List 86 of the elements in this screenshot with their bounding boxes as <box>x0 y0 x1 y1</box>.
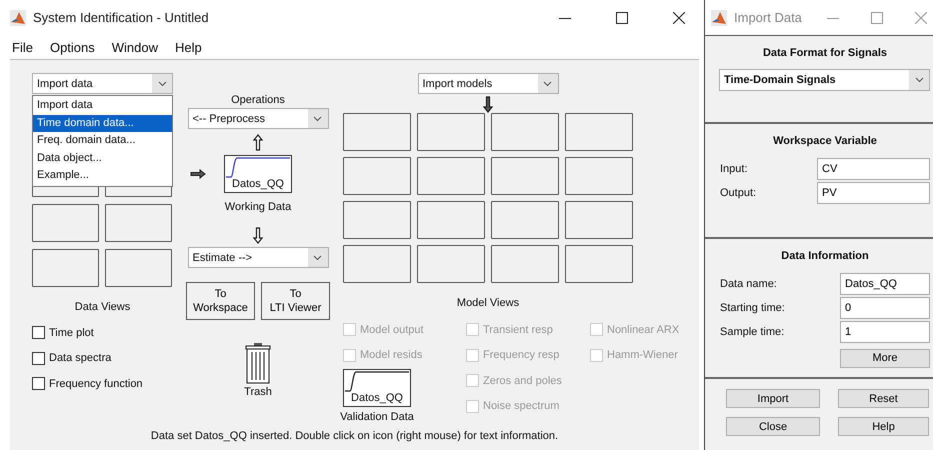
dialog-button[interactable]: Help <box>838 417 929 436</box>
close-icon[interactable] <box>673 12 685 24</box>
model-slot[interactable] <box>343 201 411 239</box>
checkbox[interactable]: Time plot <box>32 320 173 346</box>
model-slot[interactable] <box>565 245 633 283</box>
menu-item[interactable]: Options <box>50 40 95 54</box>
app-logo-icon <box>10 10 26 26</box>
chevron-icon <box>914 77 924 83</box>
model-slot[interactable] <box>417 245 485 283</box>
chevron-icon <box>313 116 322 122</box>
menu-item[interactable]: Help <box>175 40 202 54</box>
model-slot[interactable] <box>417 201 485 239</box>
validation-data-tile[interactable]: Datos_QQ <box>343 369 411 407</box>
dialog-button[interactable]: Close <box>726 417 820 436</box>
up-arrow-icon <box>253 134 263 151</box>
data-slot[interactable] <box>105 204 172 242</box>
tile-caption: Working Data <box>224 201 292 213</box>
field-label: Sample time: <box>720 326 784 338</box>
dialog-button[interactable]: Import <box>726 389 820 408</box>
model-slot[interactable] <box>565 113 633 151</box>
section-title: Operations <box>231 94 285 108</box>
step-plot-icon <box>344 370 410 392</box>
input-field[interactable]: PV <box>817 182 930 204</box>
input-field[interactable]: 1 <box>840 321 930 343</box>
input-field[interactable]: 0 <box>840 297 930 319</box>
model-slot[interactable] <box>491 113 559 151</box>
menu-option[interactable]: Data object... <box>33 150 172 167</box>
input-field[interactable]: Datos_QQ <box>840 273 930 295</box>
data-set-label: Datos_QQ <box>351 392 403 404</box>
section-heading: Data Format for Signals <box>762 47 888 61</box>
menu-option[interactable]: Import data <box>33 97 172 114</box>
window-title: System Identification - Untitled <box>33 10 209 25</box>
preprocess-dropdown[interactable]: <-- Preprocess <box>188 108 328 129</box>
dialog-button[interactable]: Reset <box>838 389 929 408</box>
model-slot[interactable] <box>491 157 559 195</box>
checkbox[interactable]: Frequency function <box>32 371 173 396</box>
maximize-icon[interactable] <box>616 12 628 24</box>
model-slot[interactable] <box>417 157 485 195</box>
right-arrow-icon <box>190 169 206 179</box>
model-slot[interactable] <box>343 157 411 195</box>
menu-item[interactable]: Window <box>112 40 158 54</box>
chevron-icon <box>158 80 166 86</box>
field-label: Input: <box>720 163 748 175</box>
chevron-icon <box>313 254 322 260</box>
import-models-dropdown[interactable]: Import models <box>418 73 558 94</box>
model-slot[interactable] <box>491 245 559 283</box>
field-label: Output: <box>720 187 756 199</box>
window-title: Import Data <box>734 10 802 25</box>
export-button[interactable]: To LTI Viewer <box>261 282 330 320</box>
status-message: Data set Datos_QQ inserted. Double click on icon (right mouse) for text information. <box>150 430 560 444</box>
estimate-dropdown[interactable]: Estimate --> <box>188 247 328 268</box>
export-button[interactable]: To Workspace <box>186 282 255 320</box>
trash-label: Trash <box>244 386 272 398</box>
field-label: Starting time: <box>720 302 785 314</box>
app-logo-icon <box>711 10 727 26</box>
model-slot[interactable] <box>343 245 411 283</box>
import-data-dropdown[interactable]: Import data <box>32 73 173 94</box>
section-title: Data Views <box>74 301 132 315</box>
input-field[interactable]: CV <box>817 158 930 180</box>
down-arrow-icon <box>253 227 263 244</box>
trash-icon[interactable] <box>245 342 271 384</box>
format-dropdown[interactable]: Time-Domain Signals <box>719 69 930 91</box>
model-slot[interactable] <box>343 113 411 151</box>
section-heading: Workspace Variable <box>772 135 878 149</box>
field-label: Data name: <box>720 278 777 290</box>
data-set-label: Datos_QQ <box>232 178 284 190</box>
data-slot[interactable] <box>105 249 172 287</box>
data-slot[interactable] <box>32 249 99 287</box>
more-button[interactable]: More <box>840 348 930 368</box>
section-heading: Data Information <box>780 250 870 264</box>
model-slot[interactable] <box>417 113 485 151</box>
step-plot-icon <box>225 156 291 178</box>
section-title: Model Views <box>456 297 520 311</box>
chevron-icon <box>543 80 552 86</box>
down-arrow-icon <box>483 96 493 113</box>
model-slot[interactable] <box>565 201 633 239</box>
menu-option[interactable]: Freq. domain data... <box>33 132 172 150</box>
working-data-tile[interactable]: Datos_QQ <box>224 155 292 193</box>
menu-option[interactable]: Time domain data... <box>33 114 172 132</box>
model-slot[interactable] <box>491 201 559 239</box>
menu-item[interactable]: File <box>12 40 33 54</box>
tile-caption: Validation Data <box>340 411 414 423</box>
menu-option[interactable]: Example... <box>33 167 172 184</box>
model-slot[interactable] <box>565 157 633 195</box>
checkbox[interactable]: Data spectra <box>32 346 173 371</box>
data-slot[interactable] <box>32 204 99 242</box>
